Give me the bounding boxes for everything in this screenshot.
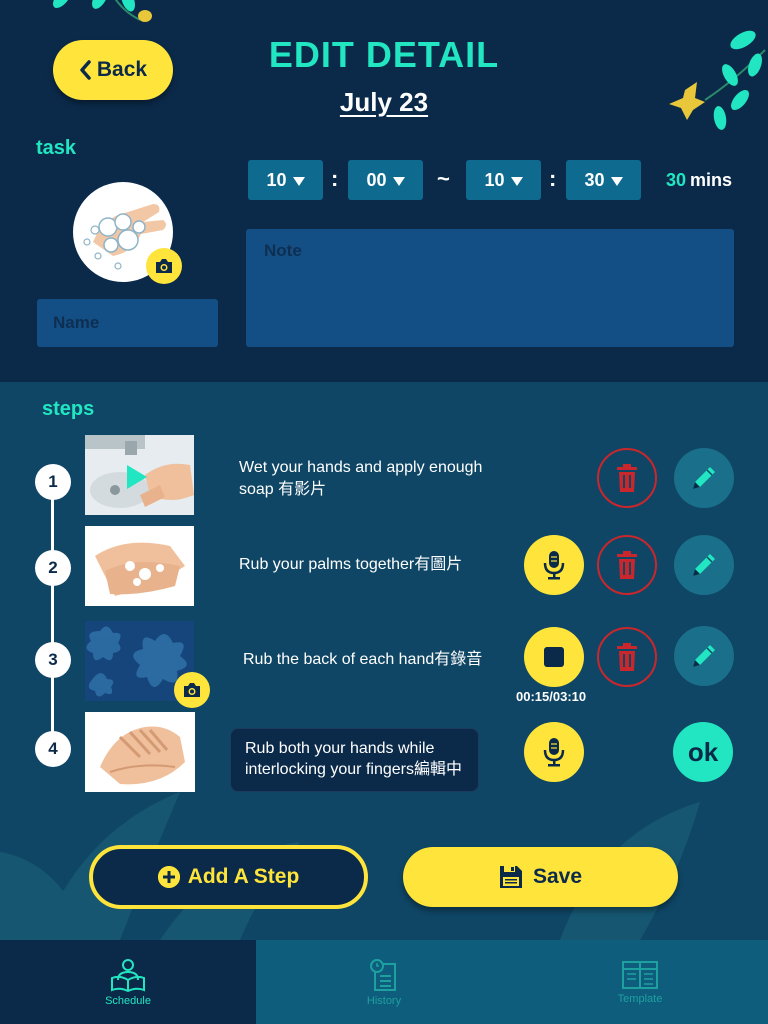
dropdown-arrow-icon <box>392 176 405 186</box>
step-1-image[interactable] <box>85 435 194 515</box>
step-3-text: Rub the back of each hand有錄音 <box>243 651 483 668</box>
dropdown-arrow-icon <box>292 176 305 186</box>
step-1-text: Wet your hands and apply enough soap 有影片 <box>239 457 482 501</box>
step-number-1: 1 <box>35 464 71 500</box>
step-4-image[interactable] <box>85 712 195 792</box>
step-4-text-line2: interlocking your fingers編輯中 <box>245 761 462 778</box>
edit-step-3-button[interactable] <box>674 626 734 686</box>
tab-template[interactable]: Template <box>512 940 768 1024</box>
history-icon <box>369 958 399 992</box>
dropdown-arrow-icon <box>510 176 523 186</box>
recording-time: 00:15/03:10 <box>516 689 587 704</box>
start-minute-select[interactable]: 00 <box>348 160 423 200</box>
step-1-text-line2: soap 有影片 <box>239 481 327 498</box>
pencil-icon <box>693 467 715 489</box>
page-title: EDIT DETAIL <box>268 34 500 75</box>
date-text: July 23 <box>339 87 429 117</box>
task-panel: Back EDIT DETAIL July 23 task 10 : 00 ~ … <box>0 0 768 382</box>
tab-template-label: Template <box>617 992 663 1005</box>
end-hour-value: 10 <box>484 169 505 190</box>
plus-circle-icon <box>157 866 180 888</box>
dropdown-arrow-icon <box>610 176 623 186</box>
sink-video-thumbnail <box>85 435 194 515</box>
schedule-icon <box>110 958 146 992</box>
end-minute-value: 30 <box>584 169 605 190</box>
trash-icon <box>617 643 637 671</box>
rubbing-palms-thumbnail <box>85 526 194 606</box>
task-note-input[interactable] <box>246 229 734 347</box>
stop-icon <box>544 647 564 667</box>
task-section-label: task <box>36 137 77 159</box>
step-number-2: 2 <box>35 550 71 586</box>
record-step-2-button[interactable] <box>524 535 584 595</box>
tab-schedule[interactable]: Schedule <box>0 940 256 1024</box>
step-2-text: Rub your palms together有圖片 <box>239 556 463 573</box>
step-4-text-line1: Rub both your hands while <box>245 740 435 757</box>
microphone-icon <box>543 738 565 767</box>
step-number-3: 3 <box>35 642 71 678</box>
bottom-tab-bar: Schedule History Template <box>0 940 768 1024</box>
delete-step-1-button[interactable] <box>597 448 657 508</box>
interlocking-fingers-thumbnail <box>85 712 195 792</box>
template-icon <box>621 960 659 990</box>
step-2-image[interactable] <box>85 526 194 606</box>
record-step-4-button[interactable] <box>524 722 584 782</box>
task-name-input[interactable] <box>37 299 218 347</box>
pencil-icon <box>693 554 715 576</box>
camera-icon <box>182 682 202 698</box>
start-minute-value: 00 <box>366 169 387 190</box>
steps-section-label: steps <box>42 398 95 420</box>
steps-timeline <box>51 482 54 750</box>
duration-value: 30 <box>666 170 687 190</box>
delete-step-2-button[interactable] <box>597 535 657 595</box>
time-colon: : <box>549 166 557 191</box>
save-button[interactable]: Save <box>403 847 678 907</box>
tab-history-label: History <box>366 994 402 1007</box>
change-task-photo-button[interactable] <box>146 248 182 284</box>
step-number-4: 4 <box>35 731 71 767</box>
time-range-separator: ~ <box>437 166 450 191</box>
change-step-3-photo-button[interactable] <box>174 672 210 708</box>
stop-recording-step-3-button[interactable] <box>524 627 584 687</box>
tab-schedule-label: Schedule <box>105 994 151 1007</box>
pencil-icon <box>693 645 715 667</box>
step-4-text-editor[interactable]: Rub both your hands while interlocking y… <box>230 728 479 792</box>
step-1-text-line1: Wet your hands and apply enough <box>239 459 483 476</box>
duration-label: 30 mins <box>666 170 732 191</box>
microphone-icon <box>543 551 565 580</box>
add-step-button[interactable]: Add A Step <box>89 845 368 909</box>
trash-icon <box>617 464 637 492</box>
end-hour-select[interactable]: 10 <box>466 160 541 200</box>
edit-step-1-button[interactable] <box>674 448 734 508</box>
edit-step-2-button[interactable] <box>674 535 734 595</box>
camera-icon <box>154 258 174 274</box>
tab-history[interactable]: History <box>256 940 512 1024</box>
date-label: July 23 <box>0 87 768 118</box>
floppy-disk-icon <box>499 866 522 888</box>
end-minute-select[interactable]: 30 <box>566 160 641 200</box>
delete-step-3-button[interactable] <box>597 627 657 687</box>
save-label: Save <box>532 865 583 888</box>
time-colon: : <box>331 166 339 191</box>
start-hour-value: 10 <box>266 169 287 190</box>
trash-icon <box>617 551 637 579</box>
duration-unit: mins <box>690 170 733 190</box>
confirm-step-4-button[interactable]: ok <box>673 722 733 782</box>
add-step-label: Add A Step <box>187 865 300 888</box>
start-hour-select[interactable]: 10 <box>248 160 323 200</box>
